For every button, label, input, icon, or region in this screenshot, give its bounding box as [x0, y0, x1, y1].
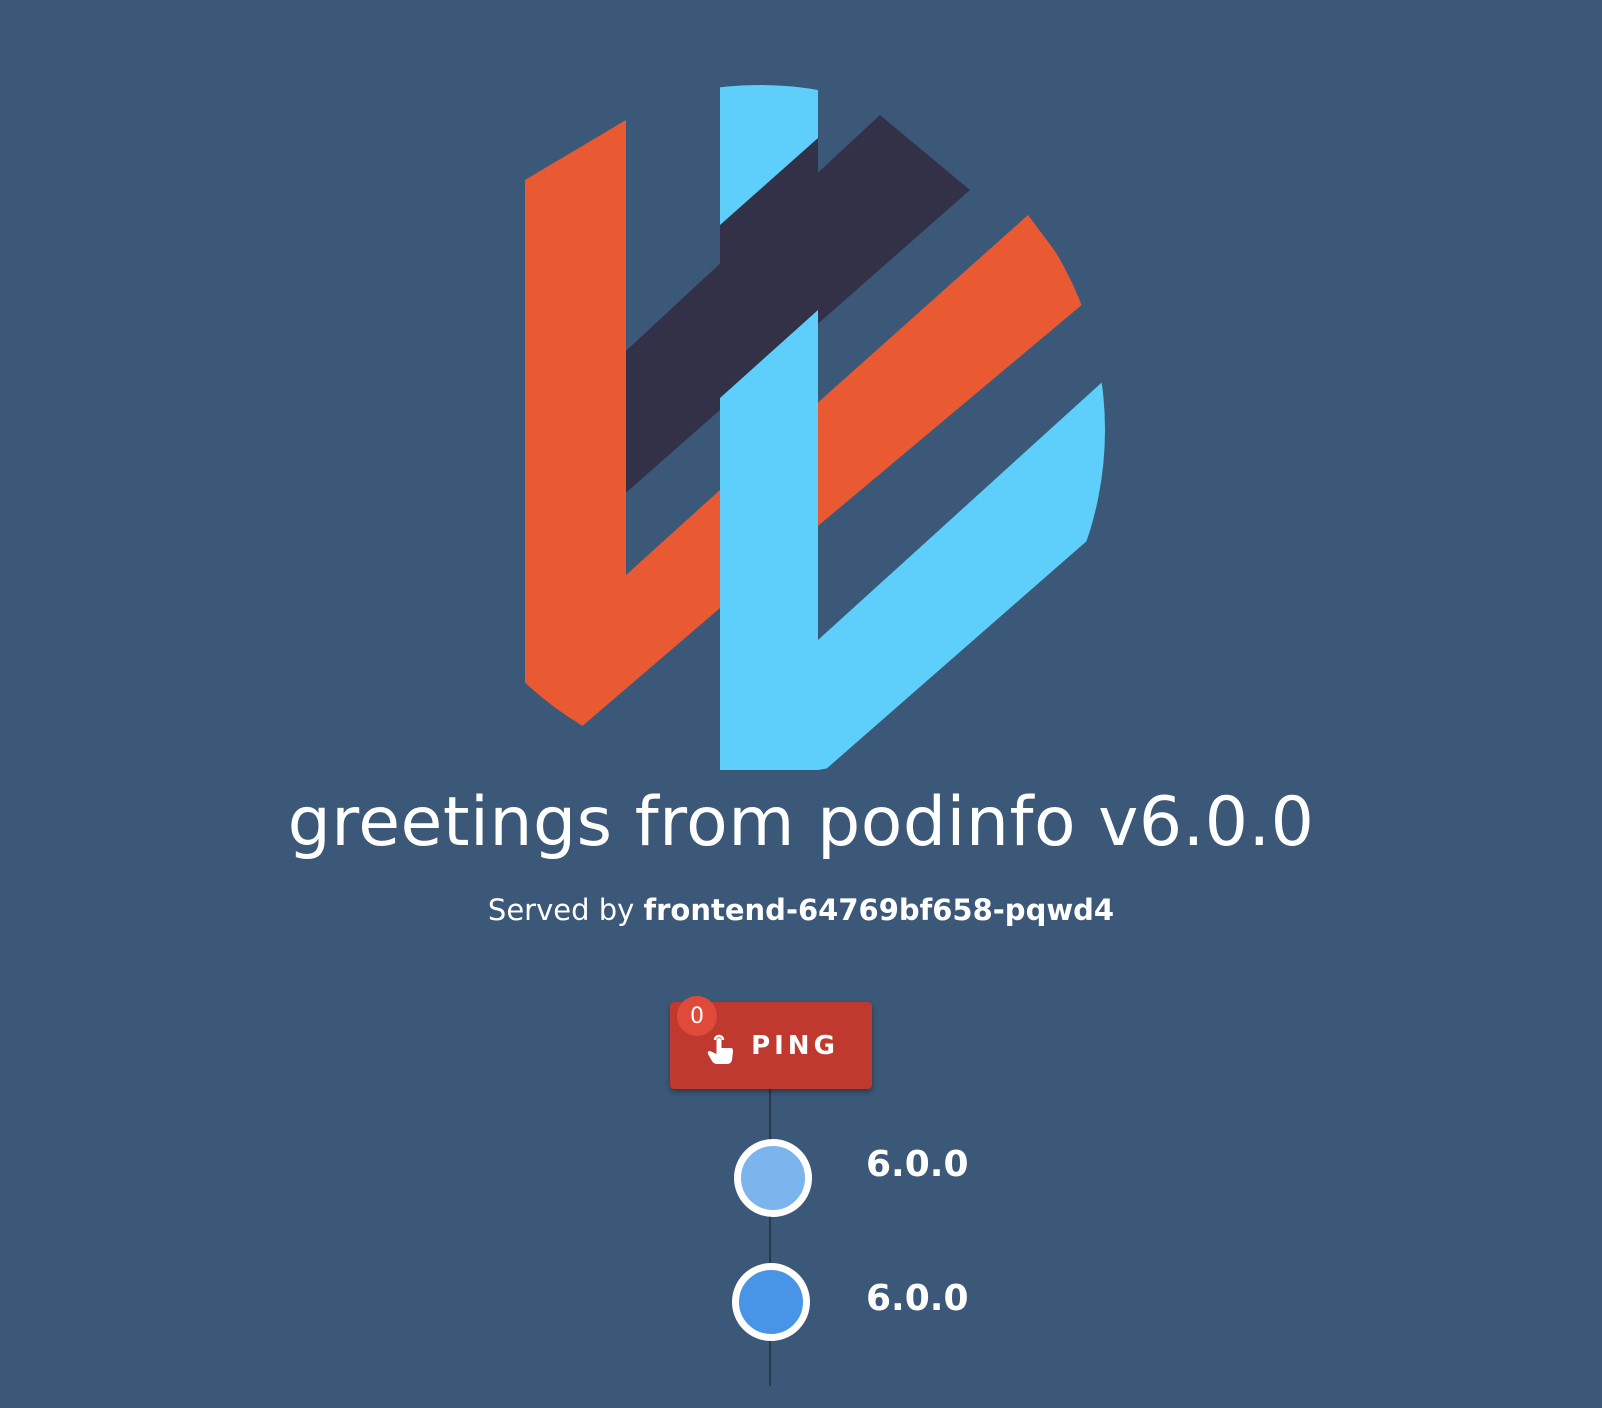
podinfo-logo [525, 85, 1105, 770]
timeline-version-label: 6.0.0 [866, 1278, 969, 1319]
ping-button-label: PING [751, 1030, 839, 1061]
page-title: greetings from podinfo v6.0.0 [287, 783, 1315, 862]
served-by-text: Served by frontend-64769bf658-pqwd4 [0, 893, 1602, 928]
timeline-version-label: 6.0.0 [866, 1144, 969, 1185]
timeline-dot [734, 1139, 812, 1217]
ping-count-badge: 0 [677, 996, 717, 1036]
served-by-prefix: Served by [487, 893, 644, 927]
timeline-line [769, 1088, 771, 1386]
timeline-dot [732, 1263, 810, 1341]
served-by-host: frontend-64769bf658-pqwd4 [643, 893, 1115, 927]
